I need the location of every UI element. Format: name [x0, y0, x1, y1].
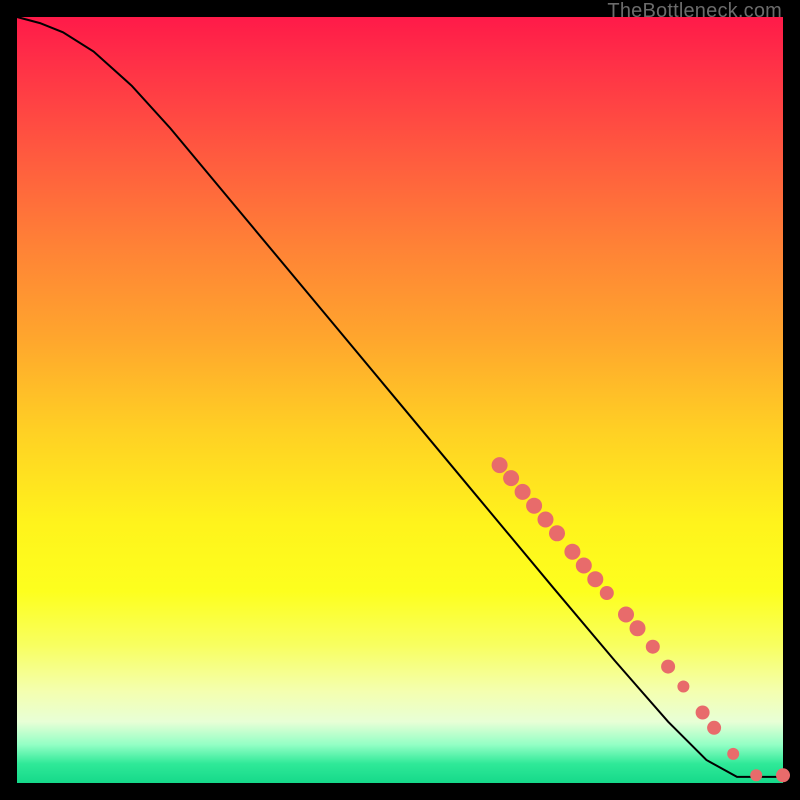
data-marker: [646, 640, 660, 654]
data-marker: [600, 586, 614, 600]
data-marker: [503, 470, 519, 486]
data-marker: [526, 498, 542, 514]
chart-svg: [17, 17, 783, 783]
data-marker: [776, 768, 790, 782]
data-marker: [707, 721, 721, 735]
data-marker: [677, 681, 689, 693]
data-marker: [515, 484, 531, 500]
data-marker: [750, 769, 762, 781]
data-marker: [727, 748, 739, 760]
data-marker: [564, 544, 580, 560]
data-marker: [696, 706, 710, 720]
data-marker: [538, 512, 554, 528]
data-marker: [587, 571, 603, 587]
marker-group: [492, 457, 790, 782]
data-marker: [618, 607, 634, 623]
data-marker: [492, 457, 508, 473]
attribution-label: TheBottleneck.com: [607, 0, 782, 23]
data-marker: [576, 558, 592, 574]
data-marker: [549, 525, 565, 541]
chart-frame: TheBottleneck.com: [0, 0, 800, 800]
data-marker: [630, 620, 646, 636]
data-marker: [661, 660, 675, 674]
